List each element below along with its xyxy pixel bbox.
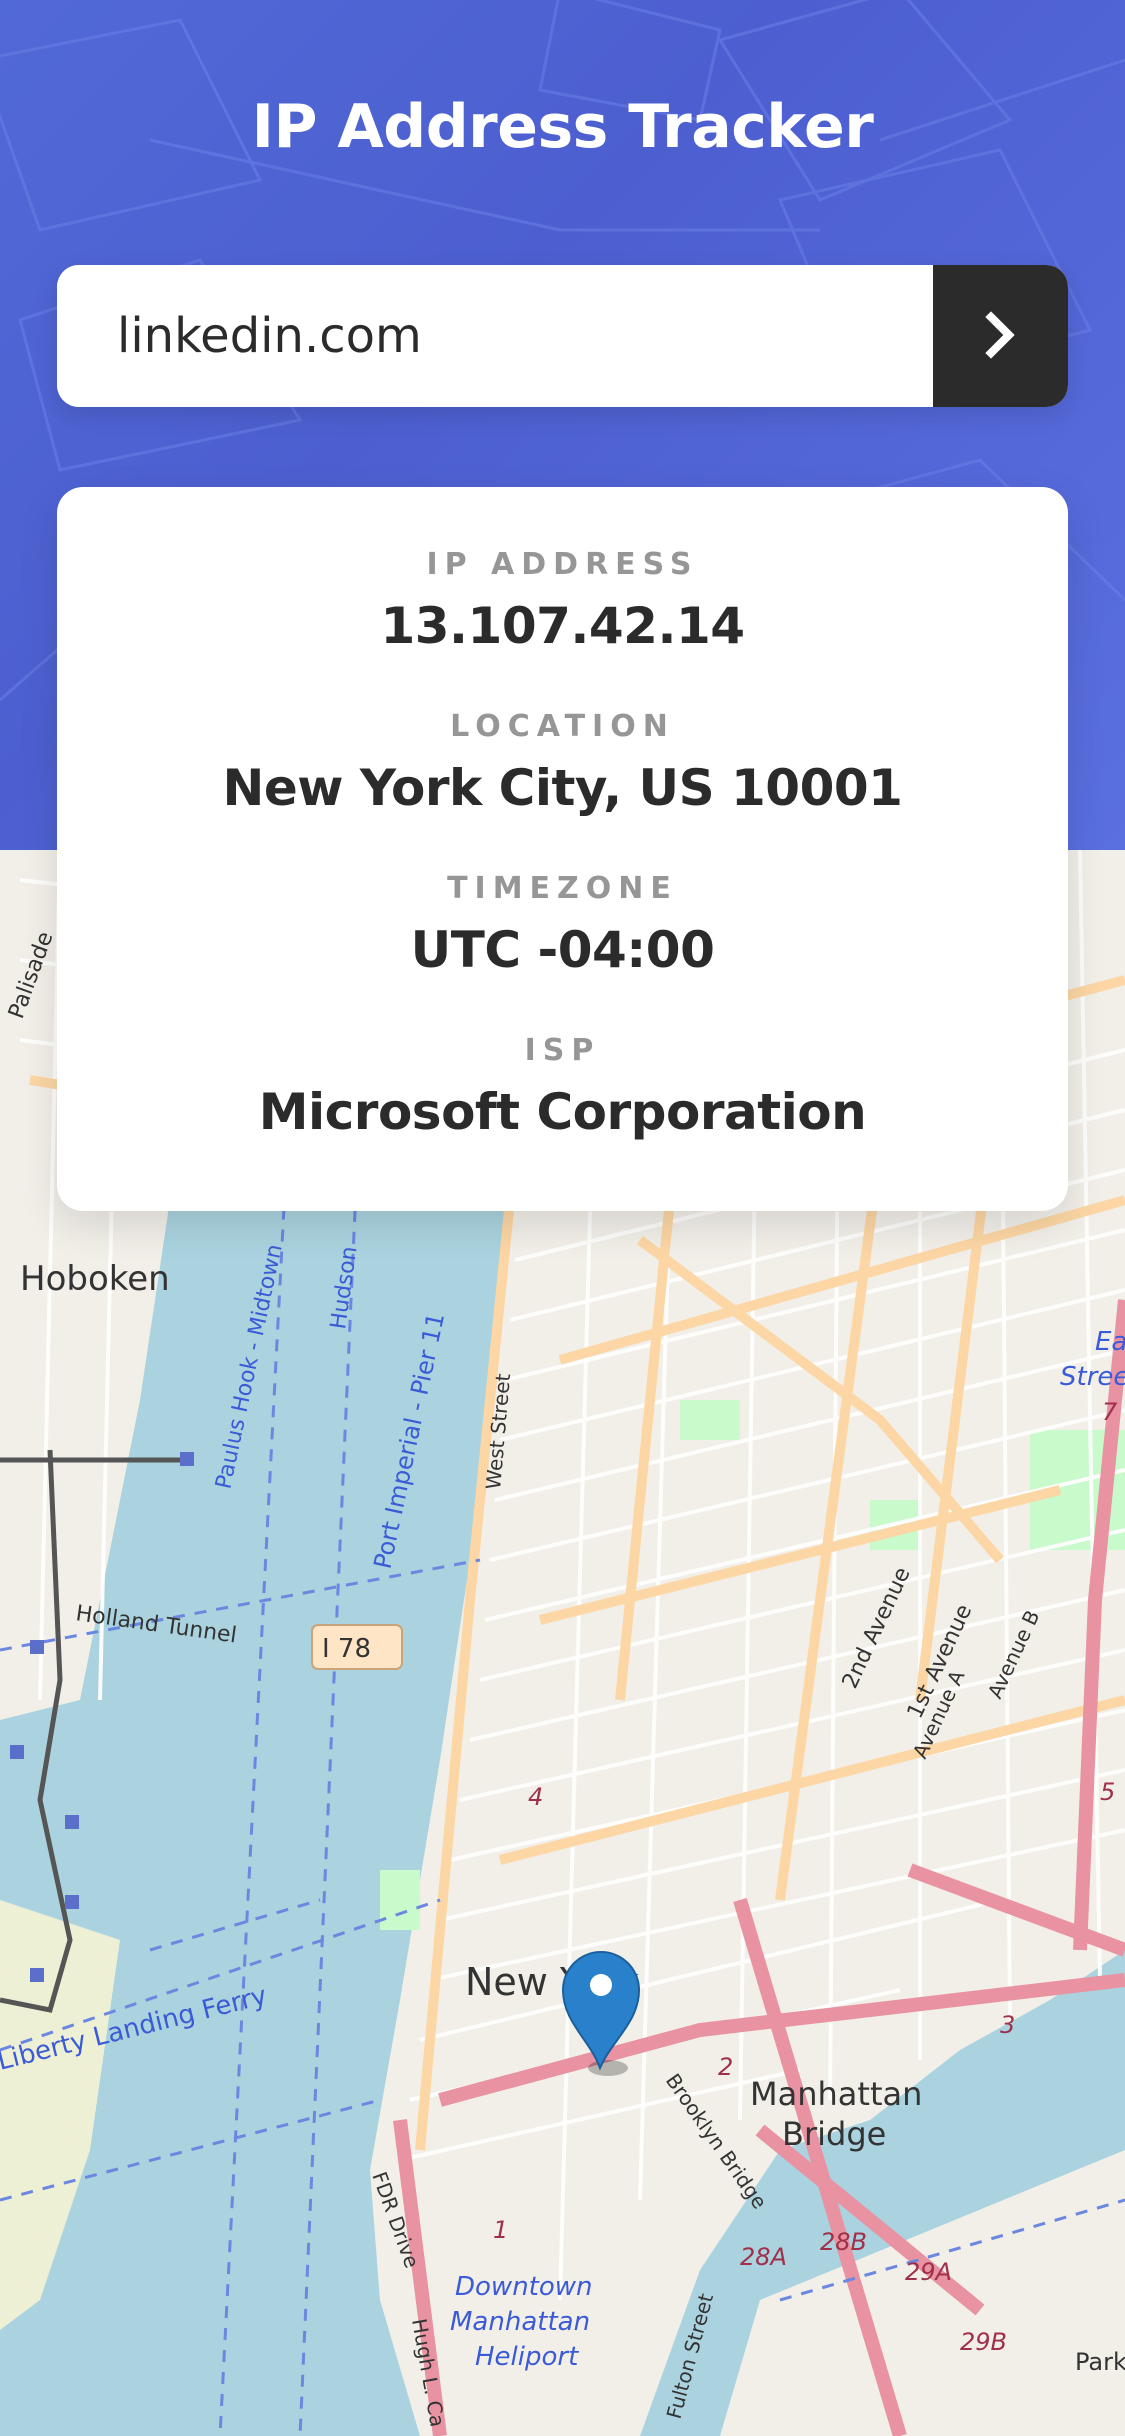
- map-label-street: Stree: [1060, 1362, 1125, 1392]
- search-submit-button[interactable]: [933, 265, 1068, 407]
- map-route-7: 7: [1102, 1398, 1118, 1426]
- map-route-5: 5: [1100, 1778, 1115, 1806]
- map-route-28a: 28A: [740, 2243, 787, 2271]
- isp-value: Microsoft Corporation: [258, 1083, 867, 1141]
- map-label-port-imperial: Port Imperial - Pier 11: [368, 1310, 450, 1571]
- map-route-1: 1: [493, 2216, 508, 2244]
- ip-address-label: IP ADDRESS: [426, 547, 699, 582]
- map-label-downtown: Downtown: [455, 2272, 593, 2302]
- page-title: IP Address Tracker: [251, 92, 874, 162]
- map-route-28b: 28B: [820, 2228, 867, 2256]
- map-label-manhattan: Manhattan: [750, 2075, 922, 2113]
- timezone-label: TIMEZONE: [447, 871, 678, 906]
- map-label-hoboken: Hoboken: [20, 1259, 170, 1299]
- map-route-2: 2: [718, 2053, 733, 2081]
- location-value: New York City, US 10001: [222, 759, 903, 817]
- isp-label: ISP: [524, 1033, 601, 1068]
- map-label-downtown-manhattan: Manhattan: [450, 2307, 590, 2337]
- map-route-4: 4: [528, 1783, 543, 1811]
- map-route-3: 3: [1000, 2011, 1015, 2039]
- map-label-hudson: Hudson: [326, 1245, 362, 1331]
- ip-info-card: IP ADDRESS 13.107.42.14 LOCATION New Yor…: [57, 487, 1068, 1211]
- map-label-i78: I 78: [322, 1634, 371, 1664]
- search-input[interactable]: [57, 265, 933, 407]
- search-bar: [57, 265, 1068, 407]
- map-route-29a: 29A: [905, 2258, 952, 2286]
- map-label-heliport: Heliport: [475, 2342, 579, 2372]
- map-route-29b: 29B: [960, 2328, 1007, 2356]
- chevron-right-icon: [981, 310, 1021, 362]
- ip-address-value: 13.107.42.14: [380, 597, 745, 655]
- map-label-park: Park: [1075, 2348, 1125, 2376]
- map-label-holland-tunnel: Holland Tunnel: [74, 1601, 238, 1648]
- location-label: LOCATION: [450, 709, 675, 744]
- map-label-east: Ea: [1095, 1327, 1125, 1357]
- timezone-value: UTC -04:00: [410, 921, 715, 979]
- map-label-bridge: Bridge: [782, 2115, 886, 2153]
